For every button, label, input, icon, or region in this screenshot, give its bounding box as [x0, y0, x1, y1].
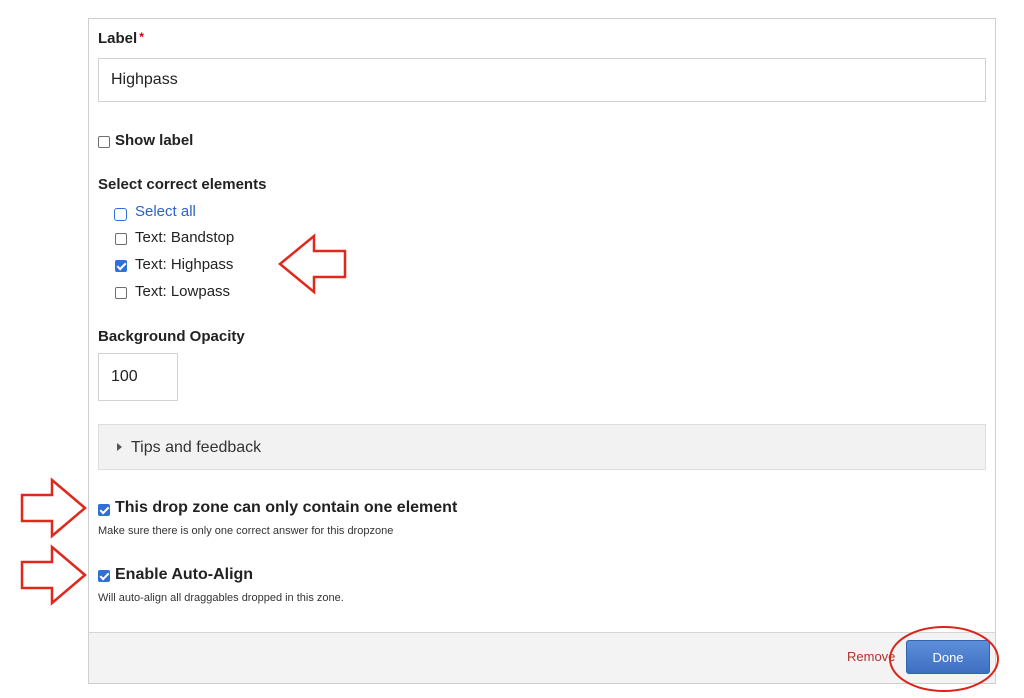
auto-align-label: Enable Auto-Align: [115, 566, 254, 583]
annotation-arrow-right-icon: [20, 544, 87, 606]
option-highpass-checkbox[interactable]: [115, 260, 127, 272]
option-highpass-label: Text: Highpass: [135, 256, 234, 273]
done-button[interactable]: Done: [906, 640, 990, 674]
select-correct-elements-heading: Select correct elements: [98, 176, 267, 193]
dropzone-settings-panel: Label* Show label Select correct element…: [88, 18, 996, 684]
show-label-checkbox[interactable]: [98, 136, 110, 148]
auto-align-help: Will auto-align all draggables dropped i…: [98, 592, 344, 604]
label-input[interactable]: [98, 58, 986, 102]
label-field-label: Label *: [98, 30, 144, 47]
option-lowpass-label: Text: Lowpass: [135, 283, 231, 300]
option-bandstop-checkbox[interactable]: [115, 233, 127, 245]
single-element-checkbox[interactable]: [98, 504, 110, 516]
single-element-help: Make sure there is only one correct answ…: [98, 525, 394, 537]
annotation-arrow-right-icon: [20, 477, 87, 539]
panel-footer: Remove Done: [89, 632, 995, 683]
background-opacity-input[interactable]: [98, 353, 178, 401]
select-all-checkbox[interactable]: [114, 208, 127, 221]
tips-and-feedback-toggle[interactable]: Tips and feedback: [98, 424, 986, 470]
auto-align-checkbox[interactable]: [98, 570, 110, 582]
select-all-link[interactable]: Select all: [135, 203, 196, 220]
show-label-text: Show label: [115, 132, 194, 149]
single-element-label: This drop zone can only contain one elem…: [115, 499, 458, 516]
caret-right-icon: [117, 443, 122, 451]
label-text: Label: [98, 30, 138, 47]
required-mark: *: [139, 30, 144, 44]
option-bandstop-label: Text: Bandstop: [135, 229, 235, 246]
tips-and-feedback-label: Tips and feedback: [131, 439, 262, 456]
background-opacity-label: Background Opacity: [98, 328, 245, 345]
remove-link[interactable]: Remove: [847, 649, 895, 664]
option-lowpass-checkbox[interactable]: [115, 287, 127, 299]
